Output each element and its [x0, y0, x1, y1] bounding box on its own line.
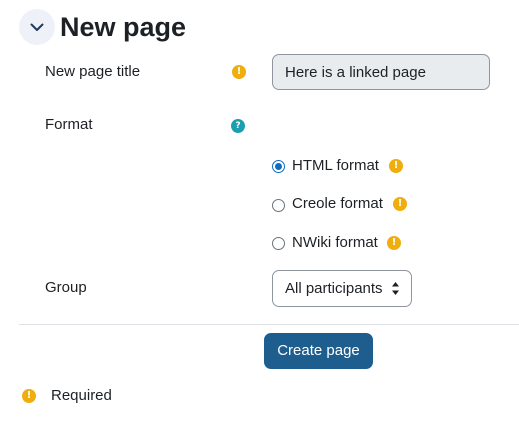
help-icon[interactable]: ? — [231, 119, 245, 133]
format-label: Format — [45, 116, 93, 133]
required-icon: ! — [22, 389, 36, 403]
required-icon: ! — [393, 197, 407, 211]
section-title: New page — [60, 12, 187, 42]
radio-nwiki-format[interactable] — [272, 237, 285, 250]
collapse-section-button[interactable] — [19, 9, 55, 45]
radio-creole-format[interactable] — [272, 199, 285, 212]
radio-html-format[interactable] — [272, 160, 285, 173]
radio-creole-format-label[interactable]: Creole format — [292, 194, 383, 214]
required-icon: ! — [389, 159, 403, 173]
divider — [19, 324, 519, 325]
radio-html-format-label[interactable]: HTML format — [292, 156, 379, 176]
group-select-value: All participants — [285, 280, 383, 297]
required-icon: ! — [232, 65, 246, 79]
page-title-input[interactable] — [272, 54, 490, 90]
group-label: Group — [45, 279, 87, 296]
required-legend-text: Required — [51, 387, 112, 404]
group-select[interactable]: All participants — [272, 270, 412, 307]
required-icon: ! — [387, 236, 401, 250]
chevron-down-icon — [30, 23, 44, 31]
create-page-button[interactable]: Create page — [264, 333, 373, 369]
radio-nwiki-format-label[interactable]: NWiki format — [292, 233, 378, 253]
page-title-label: New page title — [45, 63, 141, 80]
new-page-form: New page New page title ! Format ? HTML … — [0, 0, 519, 428]
sort-arrows-icon — [392, 282, 399, 295]
